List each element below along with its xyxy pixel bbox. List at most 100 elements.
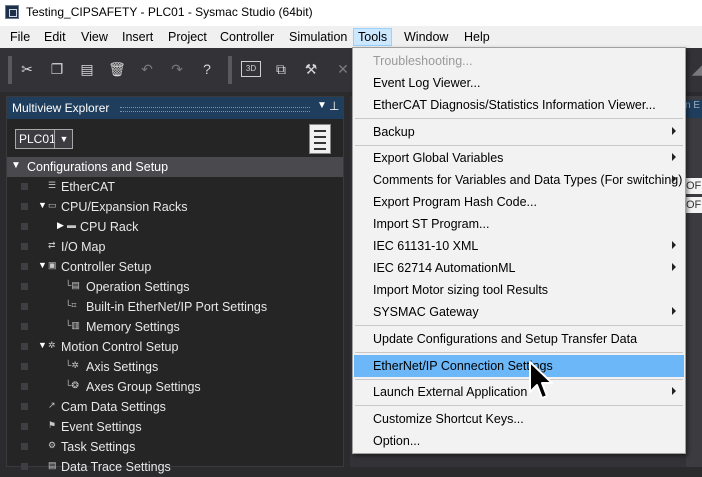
tree-item-cpu-expansion-racks[interactable]: ▼ ▭ CPU/Expansion Racks bbox=[7, 197, 343, 217]
menu-file[interactable]: File bbox=[6, 29, 34, 45]
menu-item-ethernet-ip-connection-settings[interactable]: EtherNet/IP Connection Settings bbox=[354, 355, 684, 377]
menu-item-label: Backup bbox=[373, 125, 415, 139]
app-icon bbox=[5, 5, 19, 19]
tree-checkbox[interactable] bbox=[21, 283, 28, 290]
tree-checkbox[interactable] bbox=[21, 203, 28, 210]
wrench-icon[interactable]: ⚒ bbox=[302, 60, 320, 78]
tree-checkbox[interactable] bbox=[21, 403, 28, 410]
3d-view-icon[interactable]: 3D bbox=[241, 61, 261, 77]
collapse-icon[interactable]: ▶ bbox=[57, 220, 64, 231]
undo-icon[interactable]: ↶ bbox=[138, 60, 156, 78]
paste-icon[interactable]: ▤ bbox=[78, 60, 96, 78]
menu-simulation[interactable]: Simulation bbox=[285, 29, 351, 45]
menu-item-export-program-hash[interactable]: Export Program Hash Code... bbox=[354, 191, 684, 213]
delete-icon[interactable]: 🗑 bbox=[108, 60, 126, 78]
tree-checkbox[interactable] bbox=[21, 423, 28, 430]
tree-checkbox[interactable] bbox=[21, 183, 28, 190]
multiview-explorer: Multiview Explorer ▼ ⊥ PLC01 ▼ ▼ Configu… bbox=[6, 96, 344, 474]
tree-item-axes-group-settings[interactable]: └❂ Axes Group Settings bbox=[7, 377, 343, 397]
menu-item-iec-61131-10-xml[interactable]: IEC 61131-10 XML bbox=[354, 235, 684, 257]
tree-item-ethercat[interactable]: ☰ EtherCAT bbox=[7, 177, 343, 197]
menu-item-label: Customize Shortcut Keys... bbox=[373, 412, 524, 426]
tree-item-cam-data-settings[interactable]: ↗ Cam Data Settings bbox=[7, 397, 343, 417]
data-trace-icon: ▤ bbox=[48, 460, 57, 470]
explorer-header: Multiview Explorer ▼ ⊥ bbox=[7, 97, 343, 119]
menu-item-import-st-program[interactable]: Import ST Program... bbox=[354, 213, 684, 235]
tree-checkbox[interactable] bbox=[21, 443, 28, 450]
tree-checkbox[interactable] bbox=[21, 303, 28, 310]
network-icon: └⌗ bbox=[65, 300, 77, 310]
menu-item-comments-for-variables[interactable]: Comments for Variables and Data Types (F… bbox=[354, 169, 684, 191]
menu-item-label: Import ST Program... bbox=[373, 217, 490, 231]
explorer-grip[interactable] bbox=[120, 107, 310, 112]
redo-icon[interactable]: ↷ bbox=[168, 60, 186, 78]
tree-item-operation-settings[interactable]: └▤ Operation Settings bbox=[7, 277, 343, 297]
tree-item-memory-settings[interactable]: └▥ Memory Settings bbox=[7, 317, 343, 337]
tree-item-label: Built-in EtherNet/IP Port Settings bbox=[86, 300, 268, 314]
tree-category-configurations[interactable]: ▼ Configurations and Setup bbox=[7, 157, 343, 177]
menu-help[interactable]: Help bbox=[460, 29, 494, 45]
expand-icon[interactable]: ▼ bbox=[38, 260, 47, 270]
tree-checkbox[interactable] bbox=[21, 363, 28, 370]
cross-tool-icon[interactable]: ✕ bbox=[334, 60, 352, 78]
tree-item-axis-settings[interactable]: └✲ Axis Settings bbox=[7, 357, 343, 377]
menu-edit[interactable]: Edit bbox=[40, 29, 70, 45]
ethercat-icon: ☰ bbox=[48, 180, 57, 190]
expand-icon[interactable]: ▼ bbox=[38, 340, 47, 350]
expand-icon[interactable]: ▼ bbox=[11, 160, 21, 171]
menu-item-ethercat-diagnosis[interactable]: EtherCAT Diagnosis/Statistics Informatio… bbox=[354, 94, 684, 116]
tree-item-controller-setup[interactable]: ▼ ▣ Controller Setup bbox=[7, 257, 343, 277]
tree-item-task-settings[interactable]: ⚙ Task Settings bbox=[7, 437, 343, 457]
tree-item-data-trace-settings[interactable]: ▤ Data Trace Settings bbox=[7, 457, 343, 477]
menu-controller[interactable]: Controller bbox=[216, 29, 278, 45]
tree-item-ethernet-ip-port[interactable]: └⌗ Built-in EtherNet/IP Port Settings bbox=[7, 297, 343, 317]
menu-item-backup[interactable]: Backup bbox=[354, 121, 684, 143]
tree-item-motion-control-setup[interactable]: ▼ ✲ Motion Control Setup bbox=[7, 337, 343, 357]
window-icon[interactable]: ⧉ bbox=[272, 60, 290, 78]
menu-item-iec-62714-automationml[interactable]: IEC 62714 AutomationML bbox=[354, 257, 684, 279]
tree-checkbox[interactable] bbox=[21, 323, 28, 330]
tree-item-cpu-rack[interactable]: ▶ ▬ CPU Rack bbox=[7, 217, 343, 237]
motion-gear-icon: ✲ bbox=[48, 340, 56, 350]
cpu-rack-icon: ▬ bbox=[67, 220, 76, 230]
menu-item-troubleshooting: Troubleshooting... bbox=[354, 50, 684, 72]
tree-checkbox[interactable] bbox=[21, 263, 28, 270]
tree-item-label: Memory Settings bbox=[86, 320, 180, 334]
chevron-down-icon[interactable]: ▼ bbox=[54, 130, 73, 148]
flag-icon: ⚑ bbox=[48, 420, 57, 430]
menu-item-event-log-viewer[interactable]: Event Log Viewer... bbox=[354, 72, 684, 94]
tree-checkbox[interactable] bbox=[21, 343, 28, 350]
device-select[interactable]: PLC01 ▼ bbox=[15, 129, 73, 149]
menu-item-option[interactable]: Option... bbox=[354, 430, 684, 452]
menu-separator bbox=[355, 352, 683, 353]
cut-icon[interactable]: ✂ bbox=[18, 60, 36, 78]
pin-icon[interactable]: ⊥ bbox=[329, 99, 339, 113]
submenu-arrow-icon bbox=[672, 241, 676, 249]
submenu-arrow-icon bbox=[672, 387, 676, 395]
tree-item-io-map[interactable]: ⇄ I/O Map bbox=[7, 237, 343, 257]
menu-window[interactable]: Window bbox=[400, 29, 452, 45]
copy-icon[interactable]: ❐ bbox=[48, 60, 66, 78]
tree-item-label: Event Settings bbox=[61, 420, 142, 434]
tree-item-label: CPU/Expansion Racks bbox=[61, 200, 188, 214]
menu-project[interactable]: Project bbox=[164, 29, 211, 45]
menu-insert[interactable]: Insert bbox=[118, 29, 157, 45]
menu-item-export-global-variables[interactable]: Export Global Variables bbox=[354, 147, 684, 169]
menu-item-update-configurations[interactable]: Update Configurations and Setup Transfer… bbox=[354, 328, 684, 350]
menu-item-launch-external-application[interactable]: Launch External Application bbox=[354, 381, 684, 403]
overflow-icon[interactable]: ◢ bbox=[688, 60, 702, 78]
menu-item-sysmac-gateway[interactable]: SYSMAC Gateway bbox=[354, 301, 684, 323]
menu-item-customize-shortcut-keys[interactable]: Customize Shortcut Keys... bbox=[354, 408, 684, 430]
menu-item-label: Option... bbox=[373, 434, 421, 448]
tree-checkbox[interactable] bbox=[21, 243, 28, 250]
tree-checkbox[interactable] bbox=[21, 383, 28, 390]
help-icon[interactable]: ? bbox=[198, 60, 216, 78]
explorer-dropdown-icon[interactable]: ▼ bbox=[317, 100, 327, 111]
expand-icon[interactable]: ▼ bbox=[38, 200, 47, 210]
tree-item-event-settings[interactable]: ⚑ Event Settings bbox=[7, 417, 343, 437]
menu-view[interactable]: View bbox=[77, 29, 112, 45]
editor-tab[interactable]: n E bbox=[685, 100, 702, 118]
menu-tools[interactable]: Tools bbox=[353, 28, 393, 46]
menu-item-import-motor-sizing[interactable]: Import Motor sizing tool Results bbox=[354, 279, 684, 301]
tree-checkbox[interactable] bbox=[21, 223, 28, 230]
